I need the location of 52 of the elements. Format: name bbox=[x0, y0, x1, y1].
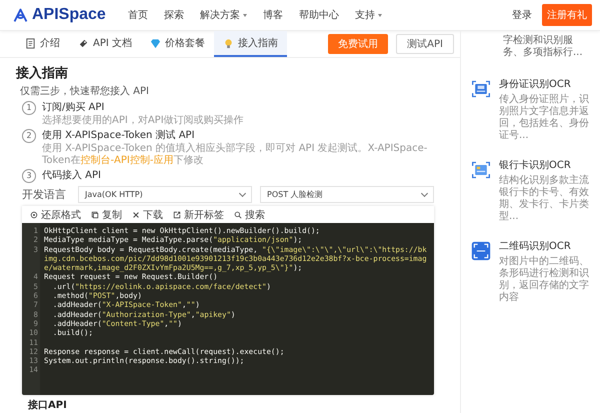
service-title[interactable]: 二维码识别OCR bbox=[499, 239, 592, 253]
tag-icon bbox=[78, 38, 89, 48]
search-icon bbox=[234, 210, 242, 218]
step-title: 订阅/购买 API bbox=[42, 101, 104, 114]
eye-icon bbox=[30, 210, 38, 218]
step-number: 3 bbox=[22, 168, 36, 182]
nav-link[interactable]: 探索 bbox=[164, 8, 184, 22]
nav-link[interactable]: 支持 bbox=[354, 8, 382, 22]
copy-icon bbox=[91, 210, 99, 218]
step-description: 使用 X-APISpace-Token 的值填入相应头部字段，即可对 API 发起测试。X-APISpace-Token在控制台-API控制-应用下修改 bbox=[42, 143, 428, 167]
card-description: 结构化识别多款主流银行卡的卡号、有效期、发卡行、卡片类型... bbox=[499, 175, 590, 223]
service-title[interactable]: 银行卡识别OCR bbox=[499, 158, 592, 172]
tab[interactable]: 价格套餐 bbox=[141, 31, 214, 57]
toolbar-button[interactable]: 还原格式 bbox=[30, 208, 81, 222]
section-title: 接入指南 bbox=[16, 64, 69, 82]
lightbulb-icon bbox=[223, 38, 234, 48]
action-button[interactable]: 测试API bbox=[396, 34, 454, 54]
logo-text[interactable]: APISpace bbox=[32, 6, 106, 24]
endpoint-select[interactable]: POST 人脸检测 bbox=[260, 186, 434, 203]
nav-link[interactable]: 首页 bbox=[128, 8, 148, 22]
tab[interactable]: 接入指南 bbox=[214, 31, 287, 57]
id-card-scan-icon[interactable] bbox=[471, 79, 491, 99]
document-icon bbox=[25, 38, 36, 48]
service-title[interactable]: 身份证识别OCR bbox=[499, 77, 592, 91]
step-title: 使用 X-APISpace-Token 测试 API bbox=[42, 128, 195, 142]
toolbar-button[interactable]: 下载 bbox=[132, 208, 163, 222]
external-link-icon bbox=[173, 210, 181, 218]
section-heading: 接口API bbox=[28, 398, 67, 412]
login-link[interactable]: 登录 bbox=[512, 8, 532, 22]
tab[interactable]: 介绍 bbox=[16, 31, 69, 57]
nav-link[interactable]: 博客 bbox=[262, 8, 283, 22]
nav-link[interactable]: 帮助中心 bbox=[298, 8, 339, 22]
card-description: 传入身份证照片，识别照片文字信息并返回，包括姓名、身份证号... bbox=[499, 94, 590, 142]
toolbar-button[interactable]: 新开标签 bbox=[173, 208, 224, 222]
step-number: 1 bbox=[22, 100, 36, 114]
step-number: 2 bbox=[22, 128, 36, 142]
language-select[interactable]: Java(OK HTTP) bbox=[78, 186, 252, 203]
toolbar-button[interactable]: 搜索 bbox=[234, 208, 265, 222]
logo-icon bbox=[12, 6, 29, 24]
card-description: 字检测和识别服务、多项指标行... bbox=[503, 35, 584, 59]
language-label: 开发语言 bbox=[22, 187, 67, 202]
tab[interactable]: API 文档 bbox=[69, 31, 141, 57]
cross-icon bbox=[132, 210, 140, 218]
card-description: 对图片中的二维码、条形码进行检测和识别，返回存储的文字内容 bbox=[499, 256, 590, 304]
step-title: 代码接入 API bbox=[42, 168, 101, 183]
step-description: 选择想要使用的API，对API做订阅或购买操作 bbox=[42, 115, 245, 127]
ocr-scan-icon[interactable] bbox=[471, 241, 491, 261]
toolbar-button[interactable]: 复制 bbox=[91, 208, 122, 222]
bank-card-scan-icon[interactable] bbox=[471, 160, 491, 180]
nav-link[interactable]: 解决方案 bbox=[200, 8, 247, 22]
diamond-icon bbox=[150, 38, 161, 48]
intro-text: 仅需三步，快速帮您接入 API bbox=[20, 84, 150, 98]
